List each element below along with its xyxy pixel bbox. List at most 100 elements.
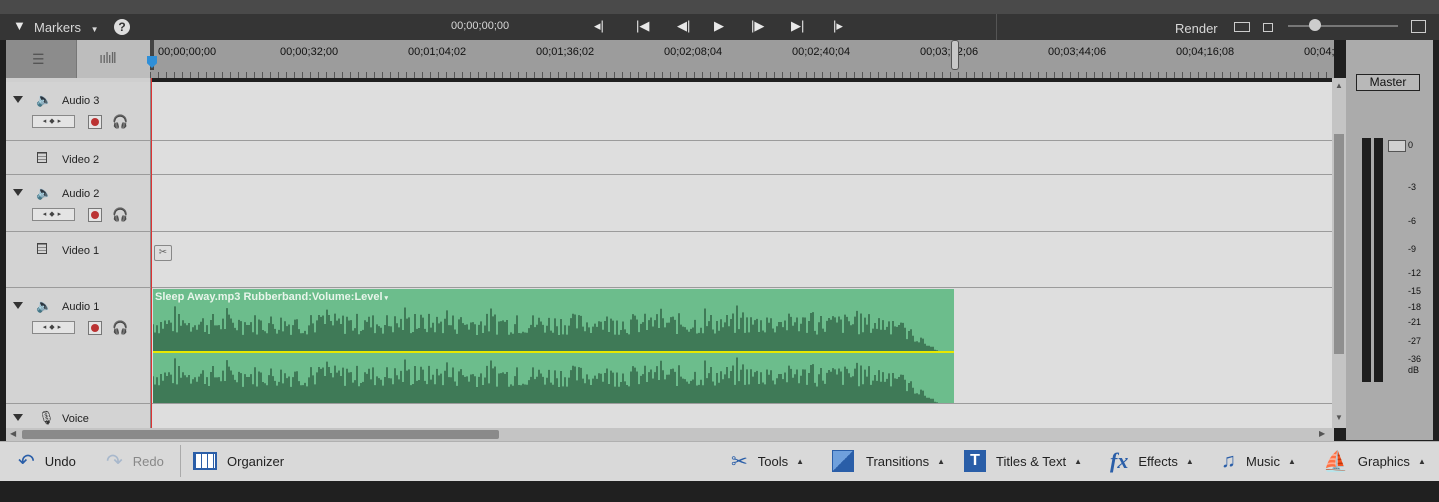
tools-icon: ✂ [731,450,748,473]
record-icon[interactable] [88,321,102,335]
caret-up-icon: ▲ [1074,456,1082,466]
track-lane-voice[interactable] [151,404,1332,429]
help-icon[interactable]: ? [114,19,130,35]
db-label: -6 [1408,216,1417,226]
zoom-in-icon[interactable] [1411,20,1426,33]
db-label: -18 [1408,302,1422,312]
time-ruler[interactable]: 00;00;00;00 00;00;32;00 00;01;04;02 00;0… [150,40,1335,78]
track-header-audio1[interactable]: 🔈 Audio 1 ◂◆▸ 🎧 [6,288,151,404]
ruler-label: 00;01;04;02 [408,46,467,58]
ruler-ticks [150,72,1334,78]
meter-fader[interactable] [1388,140,1406,152]
goto-previous-marker-icon[interactable]: ◂| [594,18,604,34]
scroll-right-icon[interactable]: ▶ [1319,429,1325,438]
track-display-toggle[interactable]: ☰ [6,40,77,78]
markers-label: Markers [34,20,81,35]
titles-text-button[interactable]: T Titles & Text ▲ [964,441,1082,481]
film-icon[interactable] [37,152,47,163]
db-unit-label: dB [1408,365,1420,375]
waveform-channel-right [153,357,938,403]
track-header-video1[interactable]: Video 1 [6,232,151,288]
step-back-icon[interactable]: ◀| [677,18,690,34]
record-icon[interactable] [88,115,102,129]
track-header-audio2[interactable]: 🔈 Audio 2 ◂◆▸ 🎧 [6,175,151,232]
expand-triangle-icon[interactable] [13,302,23,309]
zoom-out-icon[interactable] [1263,23,1273,32]
sailboat-icon: ⛵ [1323,450,1348,473]
toolbar-divider [996,14,997,40]
render-button[interactable]: Render [1175,21,1218,36]
play-icon[interactable]: ▶ [714,18,724,34]
graphics-button[interactable]: ⛵ Graphics ▲ [1323,441,1426,481]
headphones-icon[interactable]: 🎧 [112,320,128,336]
caret-up-icon: ▲ [1287,456,1296,466]
transitions-button[interactable]: Transitions ▲ [832,441,945,481]
track-name: Voice [62,413,89,425]
audio-waveform-toggle[interactable]: ıılıll [77,40,150,78]
redo-label: Redo [132,453,164,469]
track-header-audio3[interactable]: 🔈 Audio 3 ◂◆▸ 🎧 [6,82,151,141]
redo-button[interactable]: ↷ Redo [106,441,164,481]
ruler-label: 00;03;44;06 [1048,46,1107,58]
undo-button[interactable]: ↶ Undo [18,441,76,481]
redo-icon: ↷ [106,450,123,473]
goto-next-marker-icon[interactable]: |▸ [833,18,843,34]
tools-button[interactable]: ✂ Tools ▲ [731,441,804,481]
ruler-label: 00;01;36;02 [536,46,595,58]
track-lane-audio2[interactable] [151,175,1332,232]
playhead-line [151,78,152,428]
organizer-button[interactable]: Organizer [193,441,284,481]
microphone-icon[interactable]: 🎙 [38,410,55,426]
markers-menu[interactable]: Markers ▼ [34,20,99,35]
effects-button[interactable]: fx Effects ▲ [1110,441,1194,481]
zoom-slider-track[interactable] [1288,25,1398,27]
speaker-icon[interactable]: 🔈 [36,92,52,108]
record-icon[interactable] [88,208,102,222]
track-header-video2[interactable]: Video 2 [6,141,151,175]
speaker-icon[interactable]: 🔈 [36,185,52,201]
db-label: -27 [1408,336,1422,346]
track-name: Audio 2 [62,188,100,200]
expand-triangle-icon[interactable] [13,189,23,196]
vertical-scroll-thumb[interactable] [1334,134,1344,354]
goto-start-icon[interactable]: |◀ [636,18,649,34]
window-bottom-edge [0,481,1439,502]
goto-end-icon[interactable]: ▶| [791,18,804,34]
collapse-triangle-icon[interactable]: ▼ [13,18,26,33]
fit-timeline-icon[interactable] [1234,22,1250,32]
horizontal-scroll-thumb[interactable] [22,430,499,439]
speaker-icon[interactable]: 🔈 [36,298,52,314]
headphones-icon[interactable]: 🎧 [112,207,128,223]
zoom-slider-thumb[interactable] [1309,19,1321,31]
waveform-icon: ıılıll [99,50,116,67]
organizer-icon [193,452,217,470]
film-icon[interactable] [37,243,47,254]
scroll-down-icon[interactable]: ▼ [1335,413,1343,422]
db-label: -3 [1408,182,1417,192]
audio-clip[interactable]: Sleep Away.mp3 Rubberband:Volume:Level ▾ [153,289,954,403]
ruler-label: 00;03;12;06 [920,46,979,58]
work-area-end-handle[interactable] [951,40,959,70]
headphones-icon[interactable]: 🎧 [112,114,128,130]
scroll-up-icon[interactable]: ▲ [1335,81,1343,90]
master-label[interactable]: Master [1356,74,1420,91]
timecode-display[interactable]: 00;00;00;00 [451,20,509,32]
scroll-left-icon[interactable]: ◀ [10,429,16,438]
scissors-icon[interactable]: ✂ [154,245,172,261]
panel-resize-strip[interactable] [0,0,1439,15]
track-header-voice[interactable]: 🎙 Voice [6,404,151,429]
keyframe-nav[interactable]: ◂◆▸ [32,321,75,334]
track-lane-video1[interactable]: ✂ [151,232,1332,288]
ruler-label: 00;02;40;04 [792,46,851,58]
expand-triangle-icon[interactable] [13,414,23,421]
ruler-label: 00;00;32;00 [280,46,339,58]
music-button[interactable]: ♫ Music ▲ [1221,441,1296,481]
expand-triangle-icon[interactable] [13,96,23,103]
keyframe-nav[interactable]: ◂◆▸ [32,208,75,221]
audio-waveform [153,305,954,403]
keyframe-nav[interactable]: ◂◆▸ [32,115,75,128]
track-lane-audio3[interactable] [151,82,1332,141]
track-lane-video2[interactable] [151,141,1332,175]
caret-up-icon: ▲ [1417,456,1426,466]
step-forward-icon[interactable]: |▶ [751,18,764,34]
